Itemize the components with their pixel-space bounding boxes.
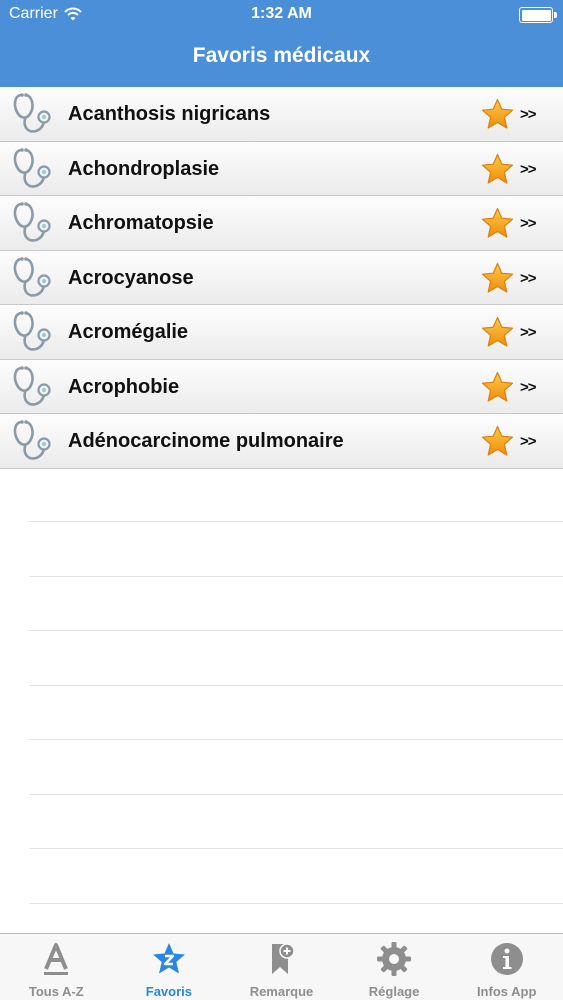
tab-reglage[interactable]: Réglage xyxy=(338,934,451,1000)
star-icon[interactable] xyxy=(481,98,514,130)
tab-remarque[interactable]: Remarque xyxy=(225,934,338,1000)
letter-a-icon xyxy=(44,943,69,975)
tab-label: Réglage xyxy=(368,984,420,999)
favorite-row[interactable]: Acromégalie >> xyxy=(0,305,563,360)
chevron-right-icon[interactable]: >> xyxy=(520,305,537,361)
row-divider xyxy=(29,576,563,577)
chevron-right-icon[interactable]: >> xyxy=(520,87,537,143)
tab-infos-app[interactable]: Infos App xyxy=(450,934,563,1000)
bookmark-plus-icon xyxy=(272,943,296,974)
page-title: Favoris médicaux xyxy=(192,44,371,67)
tab-label: Favoris xyxy=(145,984,193,999)
tab-label: Tous A-Z xyxy=(28,984,84,999)
row-divider xyxy=(29,521,563,522)
battery-icon xyxy=(519,7,557,23)
chevron-right-icon[interactable]: >> xyxy=(520,251,537,307)
favorite-row[interactable]: Acrocyanose >> xyxy=(0,250,563,307)
tab-tous-a-z[interactable]: Tous A-Z xyxy=(0,934,113,1000)
tab-label: Infos App xyxy=(476,984,537,999)
favorite-label: Acrocyanose xyxy=(68,266,194,289)
favorite-label: Acanthosis nigricans xyxy=(68,103,271,125)
stethoscope-icon xyxy=(13,418,51,460)
row-divider xyxy=(29,739,563,740)
chevron-right-icon[interactable]: >> xyxy=(520,196,537,252)
favorite-row[interactable]: Achondroplasie >> xyxy=(0,141,563,198)
favorite-label: Acrophobie xyxy=(68,375,180,398)
row-divider xyxy=(29,848,563,849)
stethoscope-icon xyxy=(13,91,51,133)
star-icon[interactable] xyxy=(481,316,514,348)
star-icon[interactable] xyxy=(481,153,514,185)
top-bar: Carrier 1:32 AM Favoris médicaux xyxy=(0,0,563,87)
tab-bar: Tous A-Z Favoris Remarque Réglage Infos … xyxy=(0,933,563,1000)
tab-label: Remarque xyxy=(249,984,314,999)
stethoscope-icon xyxy=(13,309,51,351)
favorite-label: Achromatopsie xyxy=(68,212,214,234)
favorite-label: Acromégalie xyxy=(68,321,189,343)
gear-icon xyxy=(377,942,412,976)
empty-table-area xyxy=(0,467,563,933)
chevron-right-icon[interactable]: >> xyxy=(520,360,537,416)
star-z-icon xyxy=(152,943,185,974)
star-icon[interactable] xyxy=(481,262,514,294)
star-icon[interactable] xyxy=(481,207,514,239)
status-time: 1:32 AM xyxy=(251,5,312,22)
row-divider xyxy=(29,903,563,904)
favorite-label: Achondroplasie xyxy=(68,157,220,180)
favorites-list: Acanthosis nigricans >> Achondroplasie >… xyxy=(0,87,563,469)
favorite-row[interactable]: Acrophobie >> xyxy=(0,359,563,416)
favorite-label: Adénocarcinome pulmonaire xyxy=(68,430,344,452)
chevron-right-icon[interactable]: >> xyxy=(520,414,537,470)
stethoscope-icon xyxy=(13,255,51,297)
row-divider xyxy=(29,630,563,631)
stethoscope-icon xyxy=(13,146,51,188)
favorite-row[interactable]: Adénocarcinome pulmonaire >> xyxy=(0,414,563,469)
info-icon xyxy=(490,943,523,975)
favorite-row[interactable]: Acanthosis nigricans >> xyxy=(0,87,563,142)
favorite-row[interactable]: Achromatopsie >> xyxy=(0,196,563,251)
chevron-right-icon[interactable]: >> xyxy=(520,142,537,198)
star-icon[interactable] xyxy=(481,371,514,403)
stethoscope-icon xyxy=(13,200,51,242)
status-bar: Carrier 1:32 AM xyxy=(0,0,563,30)
tab-favoris[interactable]: Favoris xyxy=(113,934,226,1000)
stethoscope-icon xyxy=(13,364,51,406)
row-divider xyxy=(29,685,563,686)
star-icon[interactable] xyxy=(481,425,514,457)
row-divider xyxy=(29,794,563,795)
